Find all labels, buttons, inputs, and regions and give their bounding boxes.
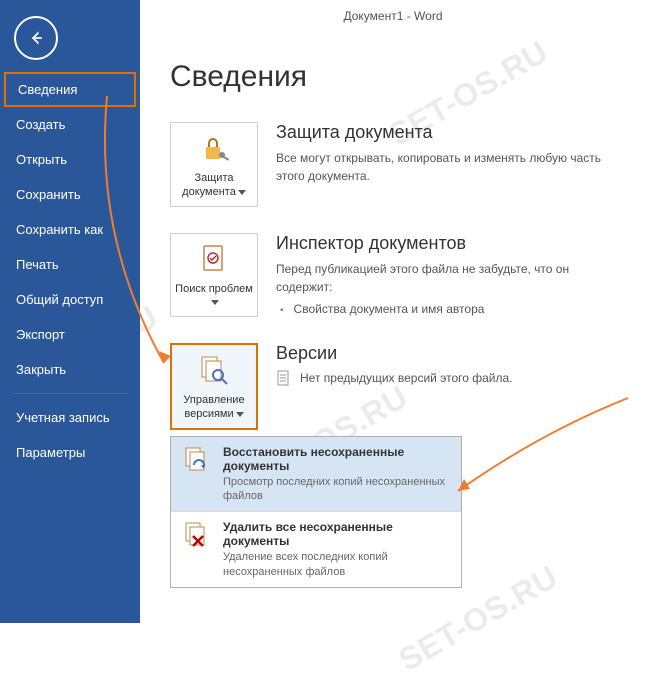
versions-none-text: Нет предыдущих версий этого файла. bbox=[300, 371, 513, 385]
sidebar-item-info[interactable]: Сведения bbox=[4, 72, 136, 107]
documents-magnify-icon bbox=[196, 353, 232, 389]
sidebar-item-label: Общий доступ bbox=[16, 292, 103, 307]
window-title: Документ1 - Word bbox=[140, 0, 646, 32]
main-content: Сведения Защита документа Защита докумен… bbox=[170, 60, 626, 588]
sidebar-item-share[interactable]: Общий доступ bbox=[0, 282, 140, 317]
tile-label: Защита документа bbox=[182, 172, 236, 198]
manage-versions-button[interactable]: Управление версиями bbox=[170, 343, 258, 430]
check-issues-button[interactable]: Поиск проблем bbox=[170, 233, 258, 318]
sidebar-item-label: Параметры bbox=[16, 445, 85, 460]
arrow-left-icon bbox=[26, 28, 46, 48]
versions-section: Управление версиями Версии Нет предыдущи… bbox=[170, 343, 626, 430]
sidebar-item-label: Сведения bbox=[18, 82, 77, 97]
protect-section: Защита документа Защита документа Все мо… bbox=[170, 122, 626, 207]
sidebar-separator bbox=[12, 393, 128, 394]
recover-unsaved-item[interactable]: Восстановить несохраненные документы Про… bbox=[171, 437, 461, 513]
dropdown-item-title: Удалить все несохраненные документы bbox=[223, 520, 451, 548]
protect-desc: Все могут открывать, копировать и изменя… bbox=[276, 149, 626, 185]
sidebar-item-options[interactable]: Параметры bbox=[0, 435, 140, 470]
document-delete-icon bbox=[181, 520, 213, 552]
lock-icon bbox=[196, 131, 232, 167]
inspect-desc: Перед публикацией этого файла не забудьт… bbox=[276, 260, 626, 296]
document-check-icon bbox=[196, 242, 232, 278]
sidebar-item-label: Создать bbox=[16, 117, 65, 132]
back-button[interactable] bbox=[14, 16, 58, 60]
sidebar-item-open[interactable]: Открыть bbox=[0, 142, 140, 177]
sidebar-item-label: Сохранить как bbox=[16, 222, 103, 237]
inspect-bullet: Свойства документа и имя автора bbox=[276, 302, 626, 316]
sidebar-item-print[interactable]: Печать bbox=[0, 247, 140, 282]
sidebar-item-label: Открыть bbox=[16, 152, 67, 167]
dropdown-item-desc: Просмотр последних копий несохраненных ф… bbox=[223, 475, 451, 504]
sidebar-item-account[interactable]: Учетная запись bbox=[0, 400, 140, 435]
sidebar-item-save[interactable]: Сохранить bbox=[0, 177, 140, 212]
sidebar-item-label: Экспорт bbox=[16, 327, 65, 342]
page-title: Сведения bbox=[170, 60, 626, 94]
inspect-section: Поиск проблем Инспектор документов Перед… bbox=[170, 233, 626, 318]
sidebar-item-label: Закрыть bbox=[16, 362, 66, 377]
backstage-sidebar: Сведения Создать Открыть Сохранить Сохра… bbox=[0, 0, 140, 623]
dropdown-item-title: Восстановить несохраненные документы bbox=[223, 445, 451, 473]
sidebar-item-save-as[interactable]: Сохранить как bbox=[0, 212, 140, 247]
protect-title: Защита документа bbox=[276, 122, 626, 143]
chevron-down-icon bbox=[236, 412, 244, 417]
dropdown-item-desc: Удаление всех последних копий несохранен… bbox=[223, 550, 451, 579]
versions-dropdown-menu: Восстановить несохраненные документы Про… bbox=[170, 436, 462, 588]
sidebar-item-label: Печать bbox=[16, 257, 59, 272]
document-icon bbox=[276, 370, 292, 386]
tile-label: Поиск проблем bbox=[175, 283, 253, 295]
sidebar-item-close[interactable]: Закрыть bbox=[0, 352, 140, 387]
sidebar-item-export[interactable]: Экспорт bbox=[0, 317, 140, 352]
delete-unsaved-item[interactable]: Удалить все несохраненные документы Удал… bbox=[171, 512, 461, 587]
sidebar-item-label: Сохранить bbox=[16, 187, 81, 202]
inspect-title: Инспектор документов bbox=[276, 233, 626, 254]
chevron-down-icon bbox=[238, 190, 246, 195]
versions-title: Версии bbox=[276, 343, 626, 364]
protect-document-button[interactable]: Защита документа bbox=[170, 122, 258, 207]
sidebar-item-new[interactable]: Создать bbox=[0, 107, 140, 142]
sidebar-item-label: Учетная запись bbox=[16, 410, 110, 425]
chevron-down-icon bbox=[211, 300, 219, 305]
document-refresh-icon bbox=[181, 445, 213, 477]
